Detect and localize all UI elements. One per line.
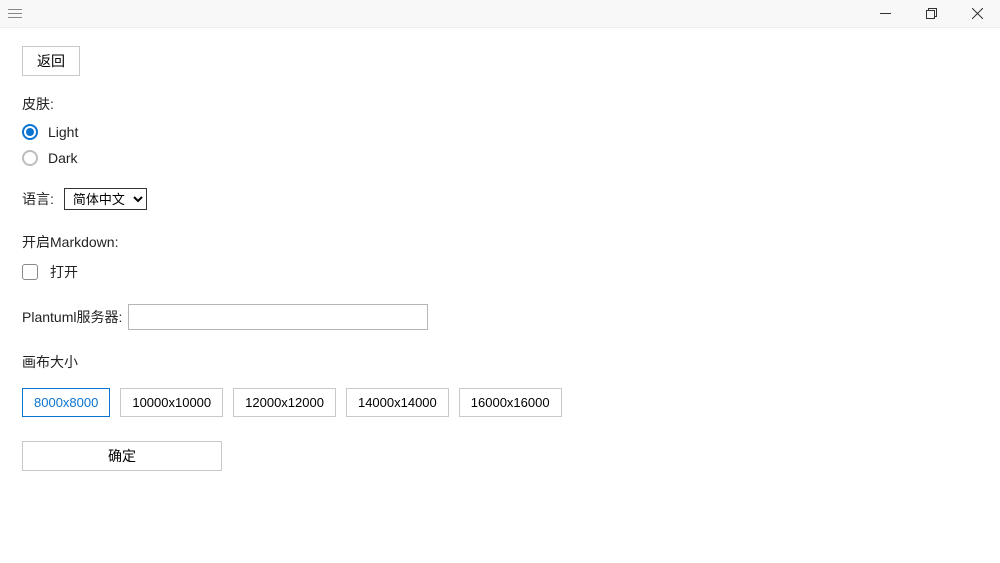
canvas-size-option[interactable]: 10000x10000 <box>120 388 223 417</box>
canvas-size-group: 8000x8000 10000x10000 12000x12000 14000x… <box>22 388 978 417</box>
settings-panel: 返回 皮肤: Light Dark 语言: 简体中文 开启Markdown: 打… <box>0 28 1000 489</box>
back-button[interactable]: 返回 <box>22 46 80 76</box>
titlebar <box>0 0 1000 28</box>
markdown-label: 开启Markdown: <box>22 232 978 252</box>
radio-icon <box>22 150 38 166</box>
close-button[interactable] <box>954 0 1000 28</box>
language-select[interactable]: 简体中文 <box>64 188 147 210</box>
skin-label: 皮肤: <box>22 94 978 114</box>
plantuml-server-input[interactable] <box>128 304 428 330</box>
canvas-size-option[interactable]: 8000x8000 <box>22 388 110 417</box>
canvas-size-option[interactable]: 14000x14000 <box>346 388 449 417</box>
hamburger-icon[interactable] <box>8 6 24 22</box>
canvas-size-label: 画布大小 <box>22 352 978 372</box>
markdown-checkbox[interactable] <box>22 264 38 280</box>
markdown-enable-label: 打开 <box>50 262 78 282</box>
radio-icon <box>22 124 38 140</box>
plantuml-label: Plantuml服务器: <box>22 307 122 327</box>
skin-option-label: Dark <box>48 150 78 166</box>
confirm-button[interactable]: 确定 <box>22 441 222 471</box>
maximize-button[interactable] <box>908 0 954 28</box>
canvas-size-option[interactable]: 16000x16000 <box>459 388 562 417</box>
canvas-size-option[interactable]: 12000x12000 <box>233 388 336 417</box>
skin-option-label: Light <box>48 124 78 140</box>
skin-option-dark[interactable]: Dark <box>22 150 978 166</box>
language-label: 语言: <box>22 189 54 209</box>
window-controls <box>862 0 1000 28</box>
skin-option-light[interactable]: Light <box>22 124 978 140</box>
minimize-button[interactable] <box>862 0 908 28</box>
